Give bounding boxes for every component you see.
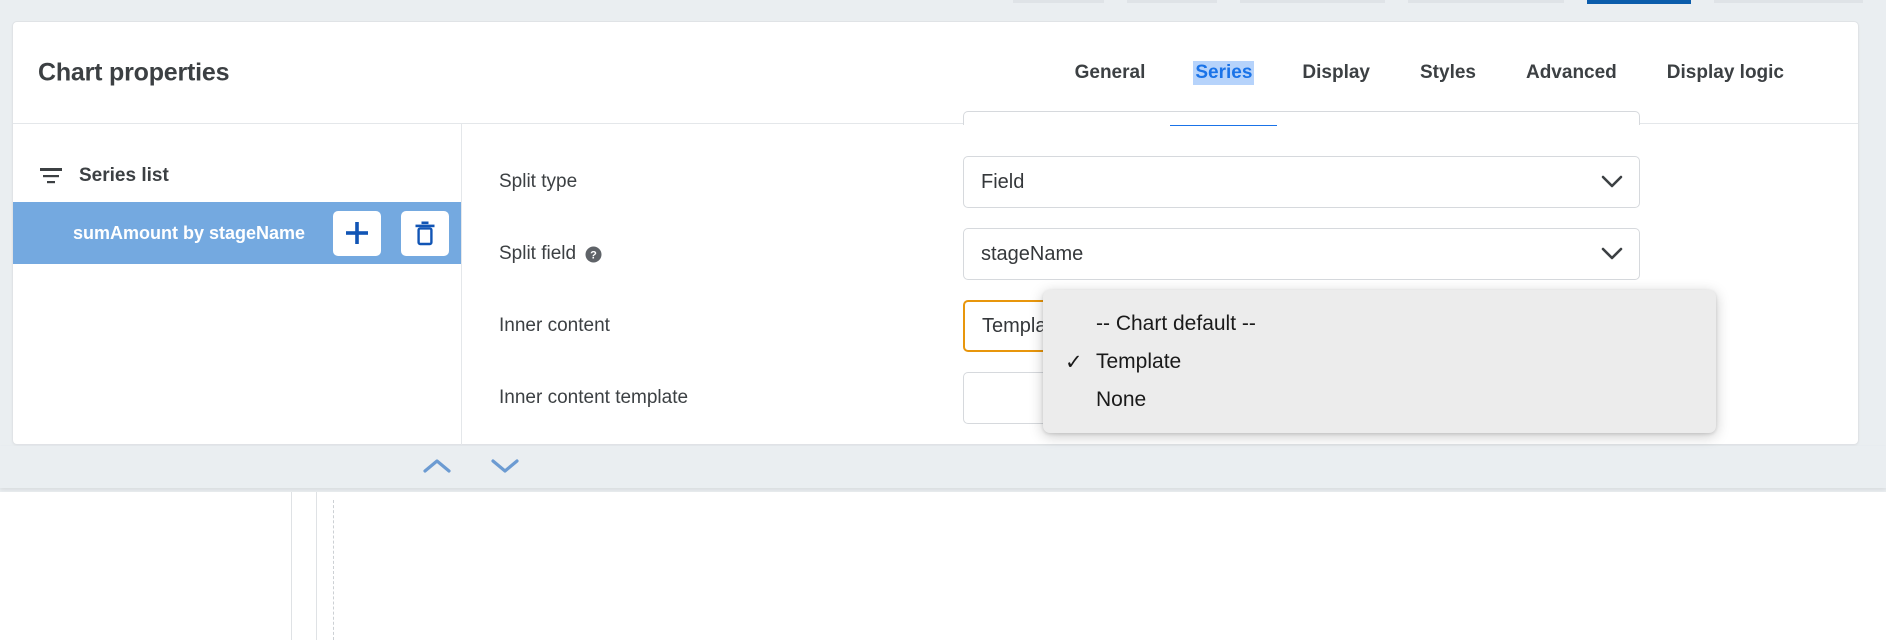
background-tab-1[interactable] xyxy=(1013,0,1104,3)
split-type-value: Field xyxy=(981,170,1025,193)
inner-content-label: Inner content xyxy=(499,315,610,337)
tab-styles-label: Styles xyxy=(1420,62,1476,83)
help-circle-icon[interactable]: ? xyxy=(585,246,602,263)
trash-icon xyxy=(413,220,437,246)
series-item-label: sumAmount by stageName xyxy=(73,222,306,243)
inner-content-template-label-text: Inner content template xyxy=(499,387,689,408)
background-tab-active[interactable] xyxy=(1586,0,1691,4)
filter-list-icon xyxy=(39,166,63,186)
dropdown-option-chart-default[interactable]: ✓ -- Chart default -- xyxy=(1043,305,1716,343)
series-list-heading: Series list xyxy=(79,165,169,186)
background-divider-1 xyxy=(291,492,292,640)
dialog-header: Chart properties General Series Display … xyxy=(13,22,1858,126)
chevron-down-icon xyxy=(1601,171,1623,194)
split-type-select[interactable]: Field xyxy=(963,156,1640,208)
chevron-up-icon xyxy=(422,457,452,478)
tab-display[interactable]: Display xyxy=(1277,22,1395,124)
split-type-label: Split type xyxy=(499,171,577,193)
series-list-header: Series list xyxy=(13,124,461,202)
tab-bar: General Series Display Styles Advanced D… xyxy=(1050,22,1809,126)
split-field-select[interactable]: stageName xyxy=(963,228,1640,280)
inner-content-template-label: Inner content template xyxy=(499,387,688,409)
tab-series-label: Series xyxy=(1193,61,1255,85)
tab-display-logic[interactable]: Display logic xyxy=(1642,22,1809,124)
background-tab-3[interactable] xyxy=(1240,0,1385,3)
tab-general-label: General xyxy=(1074,62,1146,83)
background-tab-6[interactable] xyxy=(1713,0,1864,3)
background-tab-strip xyxy=(0,0,1886,6)
scroll-up-button[interactable] xyxy=(414,453,460,482)
dropdown-option-template[interactable]: ✓ Template xyxy=(1043,343,1716,381)
plus-icon xyxy=(344,220,370,246)
tab-series[interactable]: Series xyxy=(1170,22,1278,126)
tab-display-logic-label: Display logic xyxy=(1666,62,1784,83)
field-row-split-field: Split field ? stageName xyxy=(462,228,1858,280)
split-field-label: Split field ? xyxy=(499,243,602,265)
split-field-control: stageName xyxy=(963,228,1640,280)
background-dashed-guide xyxy=(333,500,334,640)
dropdown-option-label: Template xyxy=(1096,350,1182,373)
page-title: Chart properties xyxy=(38,58,230,86)
dropdown-option-label: -- Chart default -- xyxy=(1096,312,1256,335)
dropdown-option-none[interactable]: ✓ None xyxy=(1043,381,1716,419)
tab-display-label: Display xyxy=(1302,62,1370,83)
dropdown-check-icon: ✓ xyxy=(1065,350,1083,374)
background-divider-2 xyxy=(316,492,317,640)
chevron-down-icon xyxy=(1601,243,1623,266)
tab-advanced-label: Advanced xyxy=(1525,62,1617,83)
split-type-control: Field xyxy=(963,156,1640,208)
series-list-panel: Series list sumAmount by stageName xyxy=(13,124,462,445)
add-series-button[interactable] xyxy=(333,210,382,256)
inner-content-dropdown-menu: ✓ -- Chart default -- ✓ Template ✓ None xyxy=(1043,290,1716,433)
background-tab-4[interactable] xyxy=(1407,0,1564,3)
split-field-label-text: Split field xyxy=(499,243,577,264)
tab-styles[interactable]: Styles xyxy=(1395,22,1501,124)
chevron-down-icon xyxy=(490,457,520,478)
tab-general[interactable]: General xyxy=(1050,22,1171,124)
field-row-split-type: Split type Field xyxy=(462,156,1858,208)
inner-content-label-text: Inner content xyxy=(499,315,610,336)
split-field-value: stageName xyxy=(981,242,1084,265)
svg-text:?: ? xyxy=(590,249,597,261)
delete-series-button[interactable] xyxy=(401,210,450,256)
background-tab-2[interactable] xyxy=(1126,0,1218,3)
split-type-label-text: Split type xyxy=(499,171,578,192)
tab-advanced[interactable]: Advanced xyxy=(1501,22,1642,124)
background-left-strip xyxy=(0,492,291,640)
clipped-field-above[interactable] xyxy=(963,111,1640,125)
scroll-down-button[interactable] xyxy=(482,453,528,482)
list-item[interactable]: sumAmount by stageName xyxy=(13,202,461,264)
dropdown-option-label: None xyxy=(1096,388,1147,411)
chart-properties-screen: Chart properties General Series Display … xyxy=(0,0,1886,640)
dialog-footer-bar xyxy=(0,446,1886,488)
